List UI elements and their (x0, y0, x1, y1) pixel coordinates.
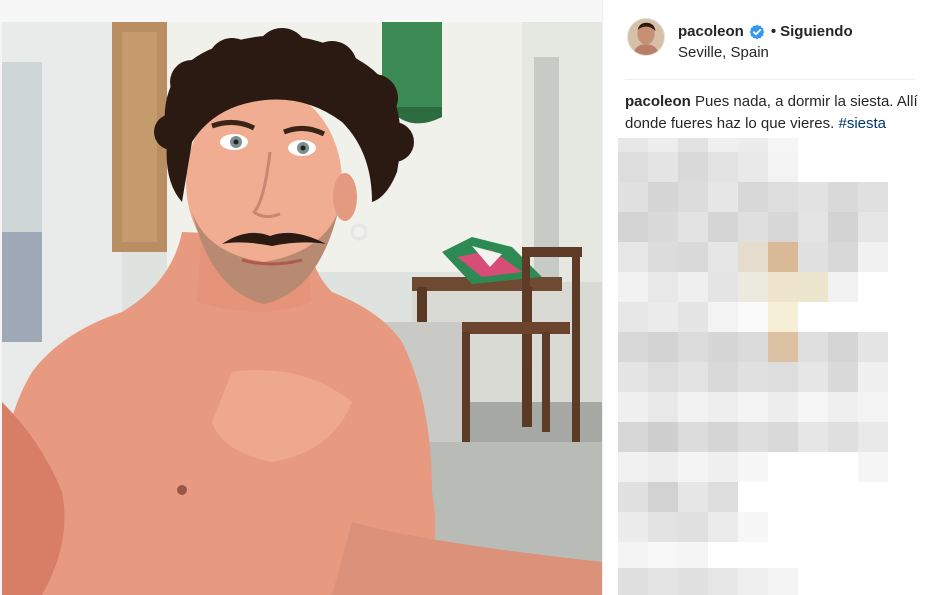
following-button[interactable]: Siguiendo (780, 20, 853, 44)
media-top-strip (0, 0, 602, 22)
user-avatar[interactable] (627, 18, 665, 56)
avatar-photo (628, 19, 664, 55)
header-user-line: pacoleon • Siguiendo (678, 20, 853, 44)
username-link[interactable]: pacoleon (678, 20, 744, 44)
post-caption: pacoleon Pues nada, a dormir la siesta. … (625, 91, 919, 135)
post-header: pacoleon • Siguiendo Seville, Spain (603, 0, 937, 78)
post-side-panel: pacoleon • Siguiendo Seville, Spain paco… (602, 0, 937, 595)
separator-bullet: • (770, 23, 777, 40)
pixelated-comments (603, 138, 937, 595)
caption-username-link[interactable]: pacoleon (625, 93, 691, 110)
hashtag-link[interactable]: #siesta (838, 115, 886, 132)
post-photo[interactable] (2, 22, 602, 595)
verified-badge-icon (749, 24, 765, 40)
pixelated-comments-graphic (603, 138, 937, 595)
post-media (0, 0, 602, 595)
location-link[interactable]: Seville, Spain (678, 43, 769, 63)
header-divider (625, 79, 915, 80)
